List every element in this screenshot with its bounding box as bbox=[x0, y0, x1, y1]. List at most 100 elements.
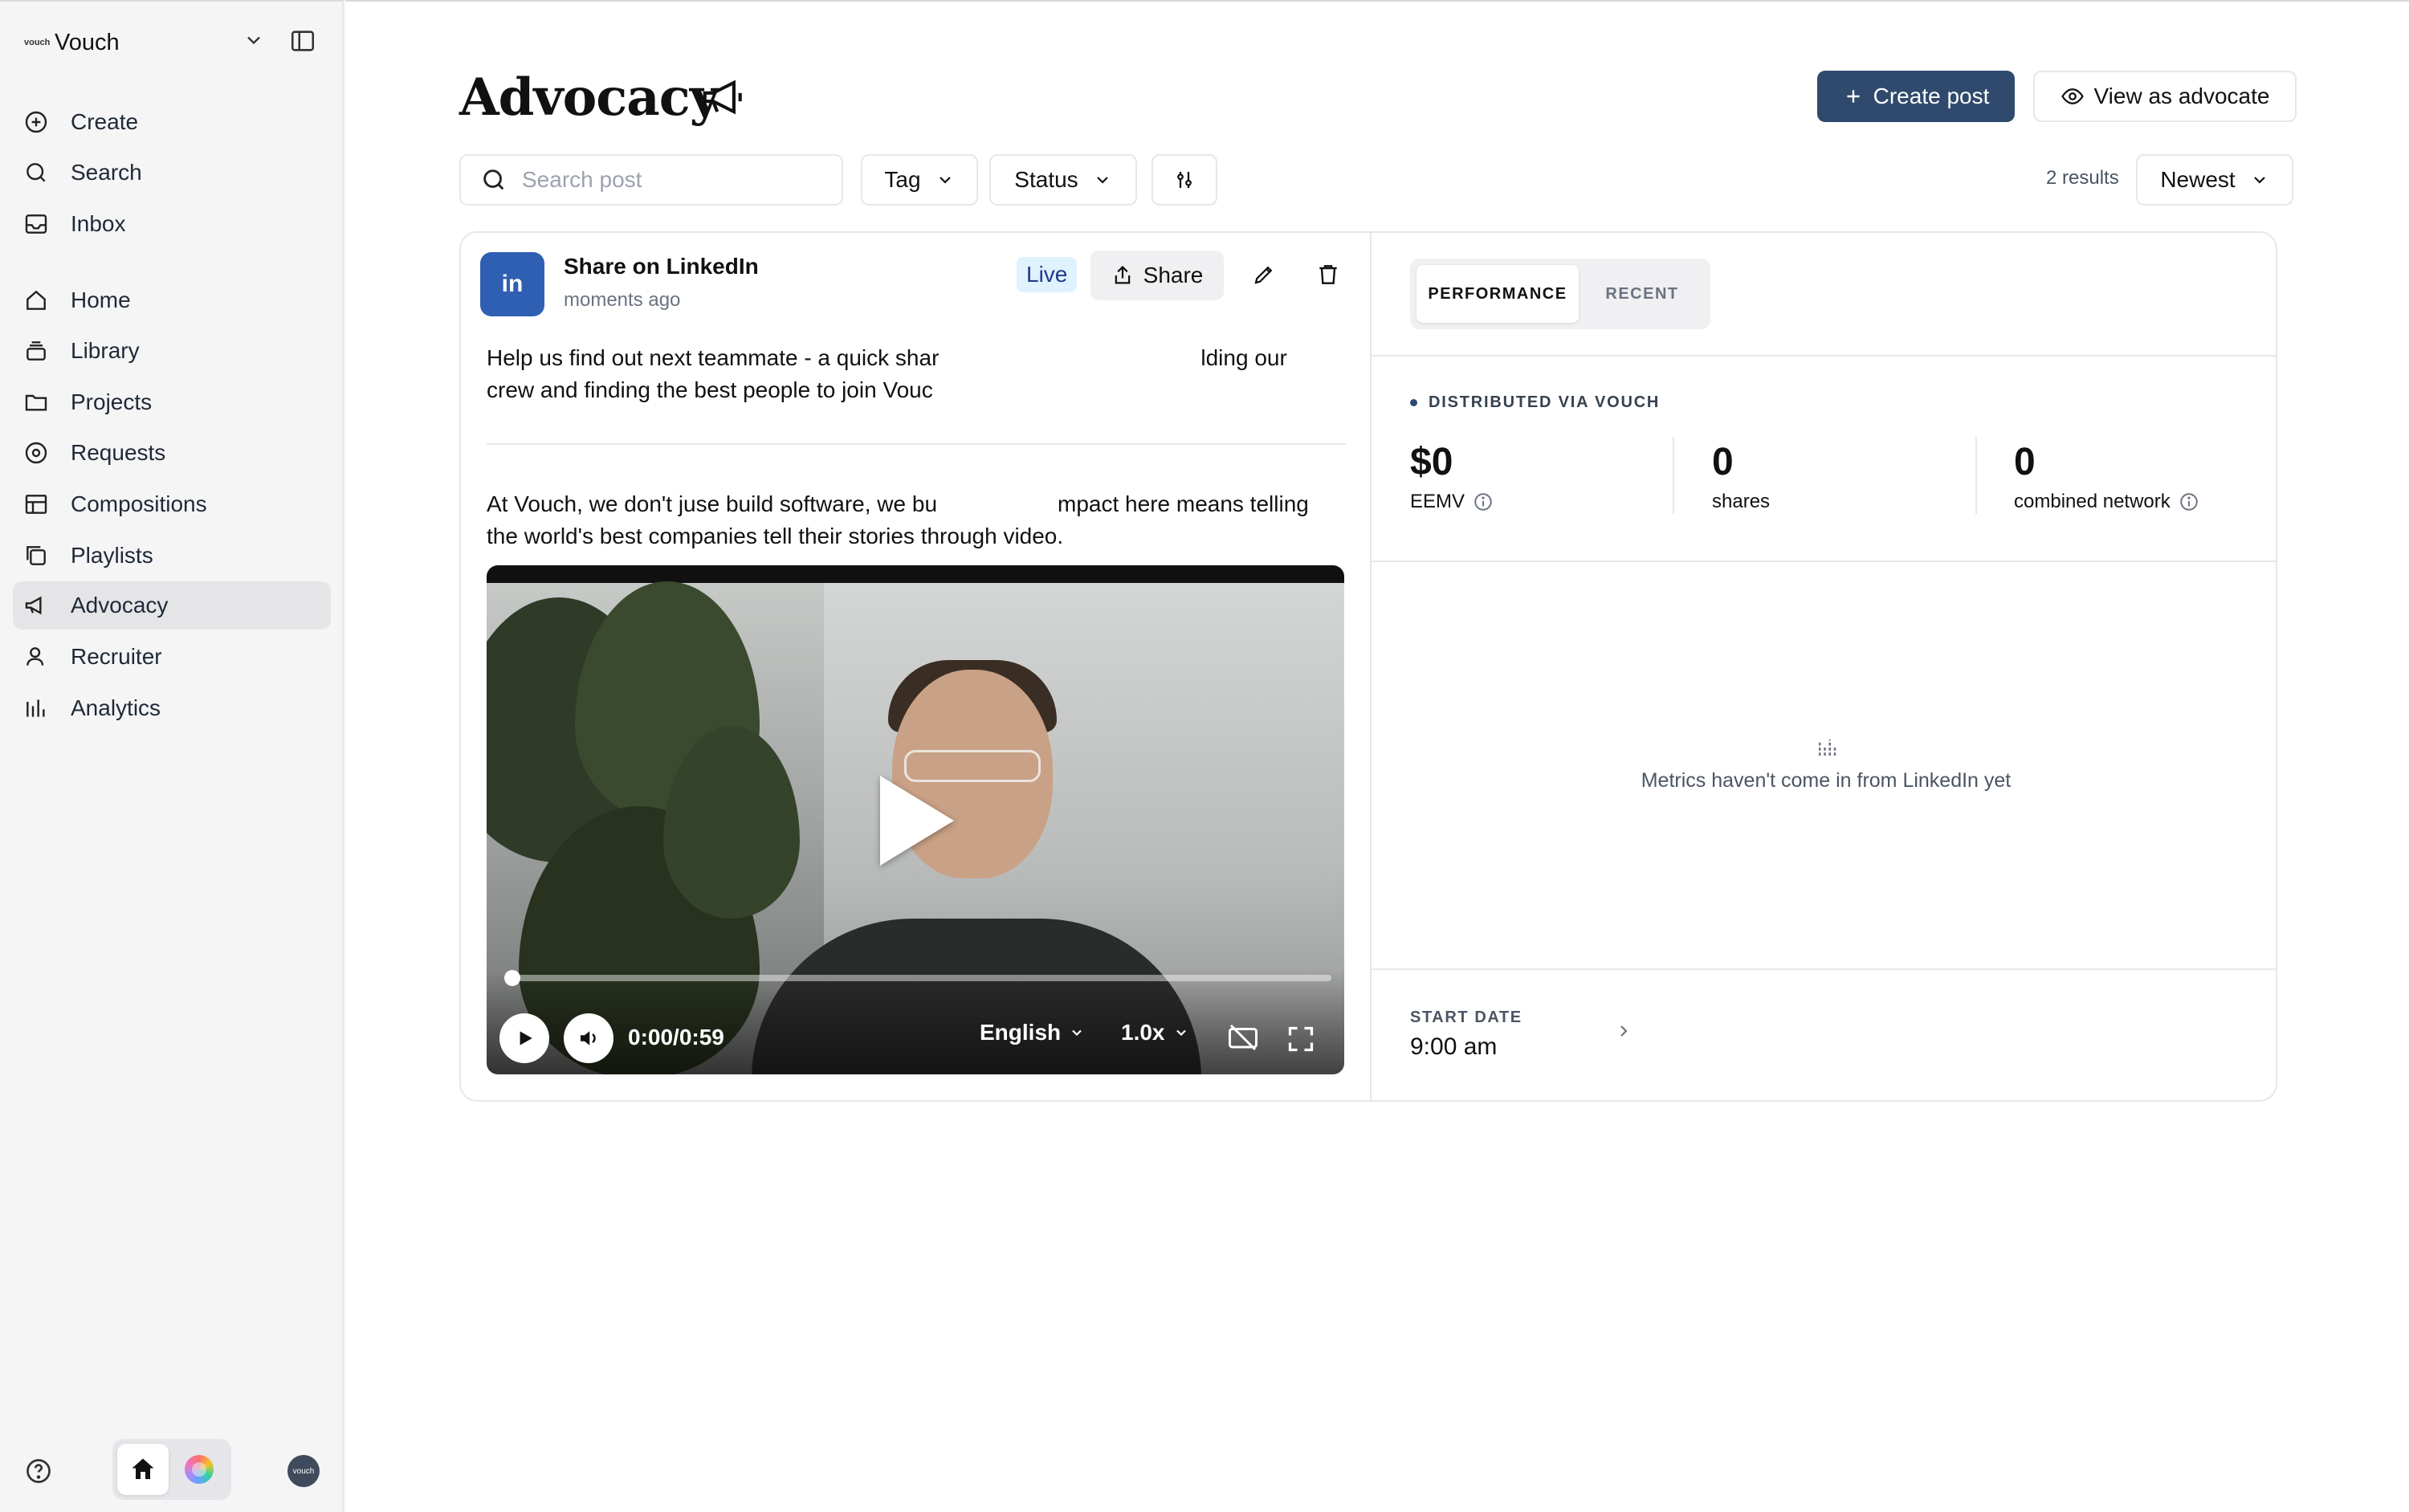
sidebar-item-search[interactable]: Search bbox=[13, 149, 331, 197]
post-text: Help us find out next teammate - a quick… bbox=[487, 342, 1346, 406]
speed-label: 1.0x bbox=[1121, 1020, 1165, 1045]
inbox-icon bbox=[14, 211, 58, 237]
avatar[interactable]: vouch bbox=[287, 1455, 320, 1487]
sliders-icon bbox=[1177, 172, 1192, 188]
divider bbox=[487, 443, 1346, 445]
metric-combined-network: 0 combined network bbox=[2014, 440, 2199, 513]
share-label: Share bbox=[1143, 263, 1204, 287]
mute-button[interactable] bbox=[564, 1013, 613, 1063]
search-icon bbox=[14, 160, 58, 185]
view-as-advocate-button[interactable]: View as advocate bbox=[2033, 71, 2297, 122]
tab-recent[interactable]: RECENT bbox=[1582, 265, 1702, 323]
tag-filter-label: Tag bbox=[884, 167, 921, 192]
search-input[interactable]: Search post bbox=[459, 154, 843, 206]
info-icon[interactable] bbox=[1473, 491, 1494, 512]
play-icon[interactable] bbox=[880, 776, 954, 866]
post-text-line: Help us find out next teammate - a quick… bbox=[487, 345, 940, 370]
trash-icon bbox=[1319, 265, 1337, 284]
metric-eemv: $0 EEMV bbox=[1410, 440, 1494, 513]
post-text-line: the world's best companies tell their st… bbox=[487, 524, 1064, 548]
share-button[interactable]: Share bbox=[1090, 251, 1224, 300]
language-label: English bbox=[980, 1020, 1062, 1045]
home-mode-button[interactable] bbox=[117, 1444, 169, 1495]
post-time: moments ago bbox=[564, 289, 681, 311]
workspace-switcher[interactable]: vouch Vouch bbox=[24, 24, 323, 61]
bar-chart-icon bbox=[14, 695, 58, 721]
volume-icon bbox=[581, 1031, 596, 1045]
color-wheel-icon[interactable] bbox=[185, 1455, 214, 1484]
home-icon bbox=[14, 287, 58, 313]
status-dot bbox=[1410, 399, 1417, 406]
video-progress-bar[interactable] bbox=[504, 970, 1331, 986]
chevron-down-icon bbox=[2253, 177, 2265, 184]
tag-filter[interactable]: Tag bbox=[861, 154, 978, 206]
chevron-down-icon bbox=[939, 177, 951, 184]
folder-icon bbox=[14, 389, 58, 415]
sort-select[interactable]: Newest bbox=[2136, 154, 2293, 206]
sidebar-item-requests[interactable]: Requests bbox=[13, 429, 331, 477]
linkedin-icon: in bbox=[480, 252, 544, 316]
filter-settings-button[interactable] bbox=[1152, 154, 1217, 206]
sidebar-item-create[interactable]: Create bbox=[13, 98, 331, 146]
sidebar-item-inbox[interactable]: Inbox bbox=[13, 200, 331, 248]
sidebar-item-label: Home bbox=[71, 287, 131, 312]
metric-shares: 0 shares bbox=[1712, 440, 1770, 513]
plus-circle-icon bbox=[14, 109, 58, 135]
create-post-button[interactable]: Create post bbox=[1817, 71, 2015, 122]
sidebar-item-label: Projects bbox=[71, 389, 153, 414]
chart-empty-icon bbox=[1815, 736, 1839, 764]
sidebar-item-label: Analytics bbox=[71, 695, 161, 720]
edit-button[interactable] bbox=[1246, 257, 1282, 292]
speed-select[interactable]: 1.0x bbox=[1121, 1020, 1189, 1045]
eye-icon bbox=[2060, 88, 2084, 104]
sidebar-item-projects[interactable]: Projects bbox=[13, 378, 331, 426]
sidebar-item-label: Library bbox=[71, 338, 140, 363]
sidebar-item-label: Compositions bbox=[71, 491, 207, 516]
requests-icon bbox=[14, 440, 58, 466]
tab-performance[interactable]: PERFORMANCE bbox=[1416, 265, 1579, 323]
info-icon[interactable] bbox=[2179, 491, 2199, 512]
page-title: Advocacy bbox=[459, 67, 719, 128]
mode-switcher bbox=[112, 1439, 231, 1500]
video-player[interactable]: 0:00/0:59 English 1.0x bbox=[487, 565, 1344, 1074]
metric-value: 0 bbox=[1712, 441, 1734, 483]
video-time: 0:00/0:59 bbox=[628, 1025, 724, 1049]
sidebar-item-analytics[interactable]: Analytics bbox=[13, 684, 331, 732]
delete-button[interactable] bbox=[1310, 257, 1346, 292]
user-icon bbox=[14, 644, 58, 670]
sidebar-item-recruiter[interactable]: Recruiter bbox=[13, 633, 331, 681]
compositions-icon bbox=[14, 491, 58, 517]
sidebar-item-label: Search bbox=[71, 160, 142, 185]
chevron-right-icon bbox=[1614, 1021, 1633, 1045]
post-text-2: At Vouch, we don't juse build software, … bbox=[487, 488, 1346, 552]
sidebar-item-label: Advocacy bbox=[71, 593, 169, 617]
status-badge: Live bbox=[1017, 257, 1078, 292]
post-text-line-tail: lding our bbox=[1200, 345, 1287, 370]
metric-label: combined network bbox=[2014, 491, 2171, 512]
fullscreen-icon[interactable] bbox=[1286, 1025, 1315, 1058]
empty-metrics-message: Metrics haven't come in from LinkedIn ye… bbox=[1641, 769, 2012, 792]
post-text-line-tail: mpact here means telling bbox=[1058, 491, 1309, 516]
help-icon[interactable] bbox=[24, 1457, 53, 1490]
play-button[interactable] bbox=[499, 1013, 549, 1063]
sidebar-item-library[interactable]: Library bbox=[13, 327, 331, 375]
sidebar-toggle-icon[interactable] bbox=[289, 27, 316, 59]
sidebar-item-playlists[interactable]: Playlists bbox=[13, 532, 331, 580]
sidebar-item-compositions[interactable]: Compositions bbox=[13, 480, 331, 528]
sidebar-item-label: Inbox bbox=[71, 211, 126, 236]
distributed-label: DISTRIBUTED VIA VOUCH bbox=[1410, 393, 1660, 412]
sidebar-item-label: Recruiter bbox=[71, 644, 162, 669]
sidebar-item-advocacy[interactable]: Advocacy bbox=[13, 581, 331, 630]
sidebar-item-label: Playlists bbox=[71, 543, 153, 568]
language-select[interactable]: English bbox=[980, 1020, 1085, 1045]
chevron-down-icon bbox=[243, 29, 265, 55]
megaphone-icon bbox=[14, 593, 58, 618]
chevron-down-icon bbox=[1072, 1029, 1082, 1037]
library-icon bbox=[14, 338, 58, 364]
megaphone-icon bbox=[699, 72, 748, 126]
performance-panel: PERFORMANCE RECENT DISTRIBUTED VIA VOUCH… bbox=[1370, 233, 2276, 1100]
captions-off-icon[interactable] bbox=[1227, 1023, 1259, 1056]
status-filter[interactable]: Status bbox=[989, 154, 1137, 206]
main-content: Advocacy Create post View as advocate Se… bbox=[345, 0, 2409, 1512]
sidebar-item-home[interactable]: Home bbox=[13, 276, 331, 324]
